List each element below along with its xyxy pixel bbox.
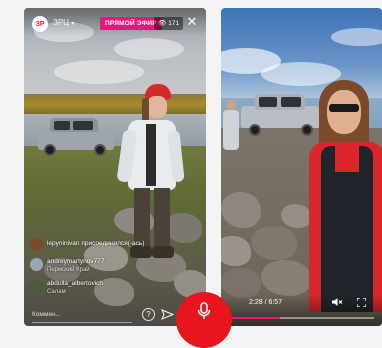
suv-car — [38, 118, 116, 160]
presenter-person — [305, 80, 382, 320]
avatar[interactable] — [30, 238, 43, 251]
comment-user[interactable]: lepyninivan — [47, 240, 80, 247]
streamer-person — [116, 84, 185, 284]
channel-username[interactable]: ЗРЦ ▾ — [53, 18, 74, 27]
microphone-button[interactable] — [176, 292, 232, 348]
comment-user[interactable]: abdulla_albertovich — [47, 280, 103, 288]
comment-input[interactable]: Коммен... — [32, 308, 132, 323]
eye-icon: 👁 — [158, 20, 167, 27]
viewer-count: 👁 171 — [154, 17, 184, 30]
comment-item: andreymartynov777 Пермский Край — [30, 258, 104, 274]
video-progress-fill — [229, 317, 281, 319]
channel-avatar[interactable]: ЗР — [32, 16, 48, 32]
microphone-icon — [197, 302, 211, 319]
comment-user[interactable]: andreymartynov777 — [47, 258, 104, 266]
channel-logo-text: ЗР — [35, 20, 45, 28]
close-icon[interactable]: ✕ — [184, 14, 200, 30]
comment-text: присоединился(-ась) — [81, 240, 145, 247]
video-time: 2:28 / 6:57 — [249, 299, 283, 306]
avatar[interactable] — [30, 280, 43, 293]
comment-text: Салам — [47, 289, 66, 295]
comment-item: lepyninivan присоединился(-ась) — [30, 238, 144, 251]
volume-muted-icon[interactable] — [331, 297, 343, 307]
comment-item: abdulla_albertovich Салам — [30, 280, 103, 296]
video-player[interactable]: 2:28 / 6:57 — [221, 8, 382, 326]
live-stream-view: ЗР ЗРЦ ▾ ПРЯМОЙ ЭФИР 👁 171 ✕ lepyninivan… — [24, 8, 206, 326]
live-badge: ПРЯМОЙ ЭФИР — [100, 17, 162, 30]
comment-text: Пермский Край — [47, 267, 90, 273]
video-progress-bar[interactable] — [229, 317, 374, 319]
fullscreen-icon[interactable] — [357, 298, 366, 307]
question-icon[interactable]: ? — [142, 308, 155, 321]
chevron-down-icon: ▾ — [71, 21, 75, 27]
bystander — [223, 100, 239, 150]
send-icon[interactable] — [161, 308, 175, 321]
avatar[interactable] — [30, 258, 43, 271]
